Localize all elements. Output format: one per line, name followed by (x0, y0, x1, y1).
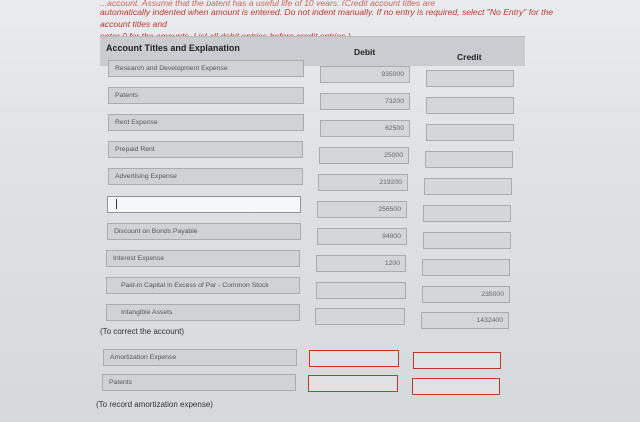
debit-field[interactable]: 25000 (319, 147, 409, 164)
header-debit: Debit (354, 47, 376, 57)
credit-field[interactable] (422, 259, 510, 276)
account-field[interactable]: Amortization Expense (103, 349, 297, 366)
account-field[interactable]: Intangible Assets (106, 304, 300, 321)
credit-field[interactable]: 235000 (422, 286, 510, 303)
credit-field-error[interactable] (412, 378, 500, 395)
credit-field[interactable] (426, 97, 514, 114)
debit-field[interactable]: 1200 (316, 255, 406, 272)
debit-field[interactable] (316, 282, 406, 299)
account-field-active[interactable] (107, 196, 301, 213)
instructions-line-1: automatically indented when amount is en… (100, 7, 554, 29)
account-field[interactable]: Discount on Bonds Payable (107, 223, 301, 240)
debit-field[interactable]: 73200 (320, 93, 410, 110)
credit-field[interactable] (423, 232, 511, 249)
debit-field[interactable] (315, 308, 405, 325)
account-field[interactable]: Patents (108, 87, 304, 104)
credit-field[interactable] (426, 70, 514, 87)
credit-field[interactable] (423, 205, 511, 222)
screenshot-page: ...account. Assume that the patent has a… (0, 0, 640, 422)
account-field[interactable]: Research and Development Expense (108, 60, 304, 77)
debit-field[interactable]: 62500 (320, 120, 410, 137)
header-credit: Credit (457, 52, 482, 62)
account-field[interactable]: Advertising Expense (108, 168, 303, 185)
debit-field[interactable]: 219200 (318, 174, 408, 191)
credit-field[interactable] (426, 124, 514, 141)
credit-field[interactable]: 1432400 (421, 312, 509, 329)
account-field[interactable]: Paid-in Capital in Excess of Par - Commo… (106, 277, 300, 294)
explanation-correct: (To correct the account) (100, 327, 185, 336)
debit-field-error[interactable] (308, 375, 398, 392)
credit-field[interactable] (424, 178, 512, 195)
debit-field[interactable]: 256500 (317, 201, 407, 218)
instructions-cut-line: ...account. Assume that the patent has a… (100, 0, 436, 6)
account-field[interactable]: Patents (102, 374, 296, 391)
account-field[interactable]: Prepaid Rent (108, 141, 303, 158)
header-account: Account Titles and Explanation (106, 43, 240, 53)
debit-field-error[interactable] (309, 350, 399, 367)
debit-field[interactable]: 935000 (320, 66, 410, 83)
debit-field[interactable]: 94800 (317, 228, 407, 245)
credit-field-error[interactable] (413, 352, 501, 369)
account-field[interactable]: Interest Expense (106, 250, 300, 267)
text-cursor (116, 199, 117, 210)
account-field[interactable]: Rent Expense (108, 114, 304, 131)
explanation-amortization: (To record amortization expense) (96, 400, 213, 409)
credit-field[interactable] (425, 151, 513, 168)
